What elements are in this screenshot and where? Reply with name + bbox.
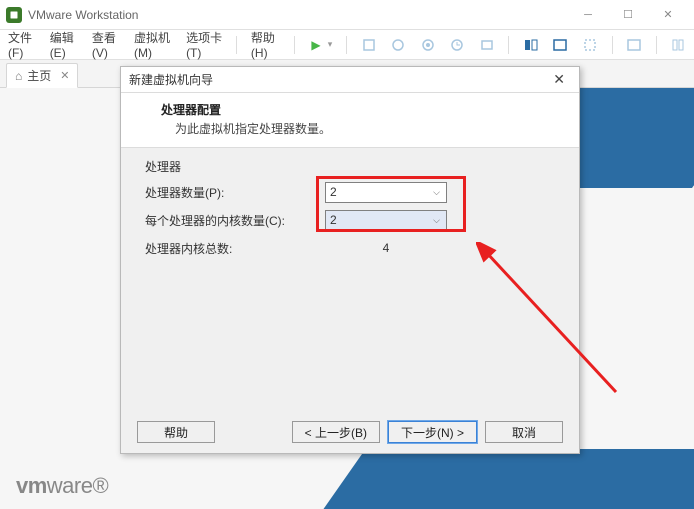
tab-close-icon[interactable]: ✕ — [60, 69, 69, 82]
menu-help[interactable]: 帮助(H) — [251, 29, 280, 60]
menubar: 文件(F) 编辑(E) 查看(V) 虚拟机(M) 选项卡(T) 帮助(H) ▶ … — [0, 30, 694, 60]
tool-screenshot-icon[interactable] — [420, 34, 435, 56]
app-title: VMware Workstation — [28, 8, 138, 22]
new-vm-wizard-dialog: 新建虚拟机向导 ✕ 处理器配置 为此虚拟机指定处理器数量。 处理器 处理器数量(… — [120, 66, 580, 454]
chevron-down-icon: ⌵ — [433, 187, 440, 198]
label-processor-count: 处理器数量(P): — [145, 184, 325, 201]
tool-snapshot-icon[interactable] — [390, 34, 405, 56]
menu-view[interactable]: 查看(V) — [92, 29, 120, 60]
combo-cores-per-processor[interactable]: 2 ⌵ — [325, 210, 447, 231]
separator — [508, 36, 509, 54]
play-icon[interactable]: ▶ — [308, 34, 323, 56]
dialog-header: 处理器配置 为此虚拟机指定处理器数量。 — [121, 93, 579, 148]
cancel-button[interactable]: 取消 — [485, 421, 563, 443]
vmware-icon — [6, 7, 22, 23]
separator — [236, 36, 237, 54]
separator — [612, 36, 613, 54]
tool-player-icon[interactable] — [361, 34, 376, 56]
maximize-button[interactable]: ☐ — [608, 1, 648, 29]
label-cores-per-processor: 每个处理器的内核数量(C): — [145, 212, 325, 229]
menu-edit[interactable]: 编辑(E) — [50, 29, 78, 60]
value-total-cores: 4 — [325, 241, 447, 255]
tab-home[interactable]: ⌂ 主页 ✕ — [6, 63, 78, 88]
dialog-close-button[interactable]: ✕ — [547, 69, 571, 90]
minimize-button[interactable]: ─ — [568, 1, 608, 29]
menu-file[interactable]: 文件(F) — [8, 29, 36, 60]
home-icon: ⌂ — [15, 69, 22, 83]
play-dropdown[interactable]: ▾ — [328, 39, 333, 50]
close-window-button[interactable]: ✕ — [648, 1, 688, 29]
dialog-body: 处理器 处理器数量(P): 2 ⌵ 每个处理器的内核数量(C): 2 ⌵ 处理器… — [121, 148, 579, 273]
titlebar: VMware Workstation ─ ☐ ✕ — [0, 0, 694, 30]
bg-decoration — [302, 449, 694, 509]
brand-logo: vmware® — [16, 473, 108, 499]
dialog-titlebar: 新建虚拟机向导 ✕ — [121, 67, 579, 93]
dialog-footer: 帮助 < 上一步(B) 下一步(N) > 取消 — [121, 421, 579, 443]
menu-vm[interactable]: 虚拟机(M) — [134, 29, 172, 60]
combo-processor-count[interactable]: 2 ⌵ — [325, 182, 447, 203]
tab-label: 主页 — [27, 67, 51, 84]
dialog-subtitle: 为此虚拟机指定处理器数量。 — [175, 120, 559, 137]
dialog-title: 新建虚拟机向导 — [129, 71, 213, 88]
back-button[interactable]: < 上一步(B) — [292, 421, 380, 443]
separator — [346, 36, 347, 54]
tool-fullscreen-icon[interactable] — [582, 34, 597, 56]
tool-thumbnail-icon[interactable] — [523, 34, 538, 56]
chevron-down-icon: ⌵ — [433, 215, 440, 226]
help-button[interactable]: 帮助 — [137, 421, 215, 443]
dialog-heading: 处理器配置 — [161, 101, 559, 118]
tool-settings-icon[interactable] — [479, 34, 494, 56]
tool-library-icon[interactable] — [670, 34, 685, 56]
tool-unity-icon[interactable] — [553, 34, 568, 56]
next-button[interactable]: 下一步(N) > — [388, 421, 477, 443]
tool-clock-icon[interactable] — [449, 34, 464, 56]
section-label-processors: 处理器 — [145, 158, 555, 175]
menu-tabs[interactable]: 选项卡(T) — [186, 29, 222, 60]
tool-console-icon[interactable] — [626, 34, 641, 56]
label-total-cores: 处理器内核总数: — [145, 240, 325, 257]
separator — [294, 36, 295, 54]
separator — [656, 36, 657, 54]
